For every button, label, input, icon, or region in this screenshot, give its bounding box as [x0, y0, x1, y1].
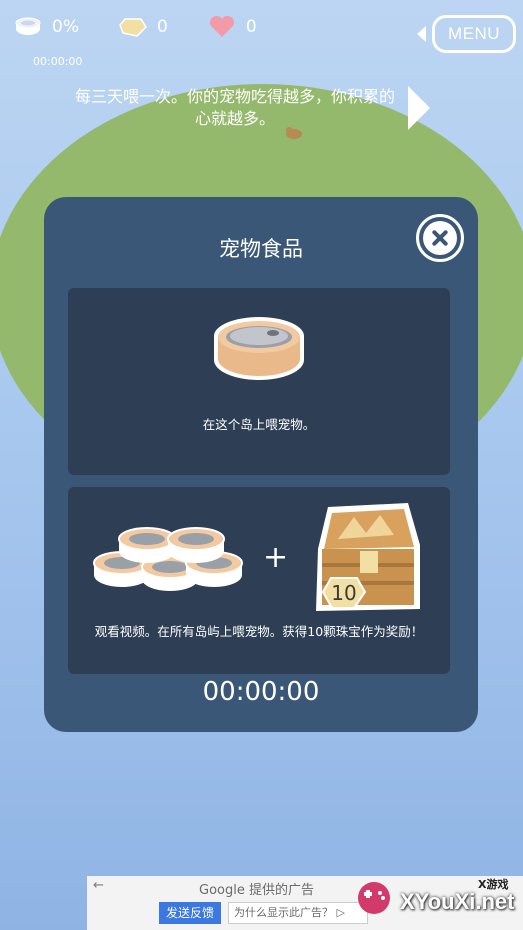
gem-reward-badge: 10 [321, 576, 367, 610]
close-icon [423, 221, 457, 255]
heart-count: 0 [245, 17, 257, 37]
gem-reward-count: 10 [331, 581, 357, 605]
next-arrow-icon[interactable] [408, 86, 430, 130]
close-button[interactable] [416, 214, 464, 262]
gem-counter: 0 [119, 17, 168, 37]
food-tins-stack-icon [93, 527, 243, 591]
gem-count: 0 [156, 17, 168, 37]
dialog-timer: 00:00:00 [202, 677, 320, 707]
pet-food-dialog: 宠物食品 在这个岛上喂宠物。 + 10 观看视频。在所有岛屿上喂宠物。获得10颗… [44, 197, 478, 732]
watermark-logo-icon [358, 882, 390, 914]
food-tin-icon [214, 317, 304, 380]
food-tin-icon [15, 17, 41, 35]
food-percent: 0% [52, 17, 79, 37]
watch-video-option[interactable]: + 10 观看视频。在所有岛屿上喂宠物。获得10颗珠宝作为奖励！ [68, 487, 450, 674]
tip-text: 每三天喂一次。你的宠物吃得越多，你积累的心就越多。 [74, 87, 395, 128]
dialog-title: 宠物食品 [219, 237, 303, 261]
heart-icon [209, 16, 234, 37]
send-feedback-button[interactable]: 发送反馈 [159, 902, 221, 924]
feed-this-island-option[interactable]: 在这个岛上喂宠物。 [68, 288, 450, 475]
watermark-text: XYouXi.net [400, 889, 515, 914]
ad-title: Google 提供的广告 [199, 883, 314, 898]
menu-button[interactable]: MENU [432, 15, 516, 53]
option1-text: 在这个岛上喂宠物。 [202, 417, 316, 432]
why-this-ad-button[interactable]: 为什么显示此广告？ ▷ [228, 902, 368, 924]
menu-arrow-icon[interactable] [417, 26, 426, 42]
hud-timer: 00:00:00 [33, 55, 83, 68]
heart-counter: 0 [208, 16, 257, 38]
gem-icon [119, 18, 147, 37]
option2-text: 观看视频。在所有岛屿上喂宠物。获得10颗珠宝作为奖励！ [94, 624, 424, 639]
watermark-tag: X游戏 [478, 878, 509, 891]
food-counter: 0% [14, 17, 79, 37]
hud-bar: 0% 0 0 [14, 16, 297, 38]
plus-sign: + [263, 540, 289, 575]
ad-back-icon[interactable]: ← [93, 878, 104, 893]
